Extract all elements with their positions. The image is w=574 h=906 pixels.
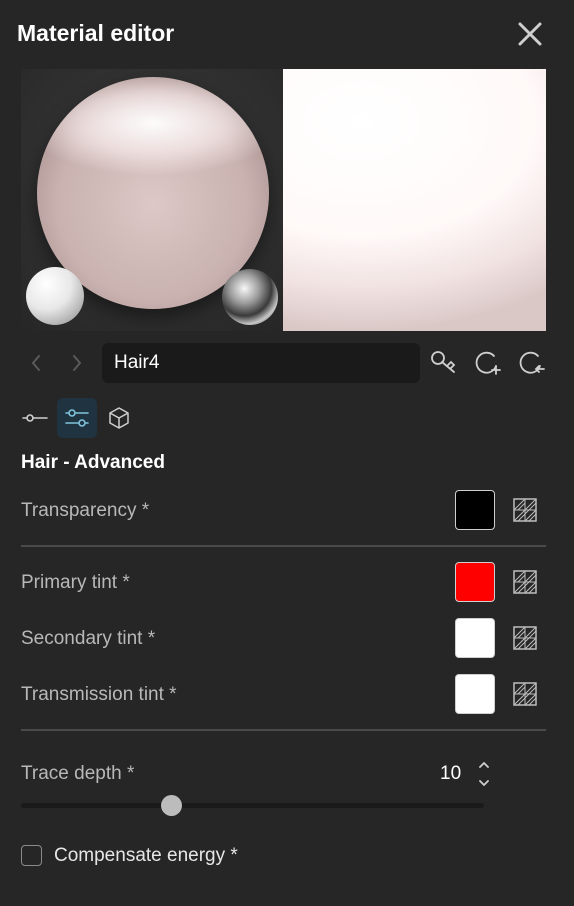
add-material-icon[interactable] [472,348,502,378]
chevron-left-icon[interactable] [25,350,47,376]
eyedropper-icon[interactable] [428,348,458,378]
texture-icon[interactable] [512,497,538,523]
tab-basic[interactable] [15,398,55,438]
cube-icon[interactable] [99,398,139,438]
panel-title: Material editor [17,20,175,46]
trace-depth-value[interactable]: 10 [440,763,461,785]
diffuse-reference-ball [26,267,84,325]
sphere-preview [21,69,283,331]
texture-icon[interactable] [512,625,538,651]
trace-depth-label: Trace depth * [21,763,135,784]
close-icon[interactable] [514,18,546,50]
divider [21,729,546,731]
compensate-energy-label: Compensate energy * [54,845,238,866]
texture-icon[interactable] [512,681,538,707]
material-name-input[interactable] [102,343,420,383]
primary-tint-color-swatch[interactable] [455,562,495,602]
secondary-tint-color-swatch[interactable] [455,618,495,658]
trace-depth-slider[interactable] [21,803,484,808]
chevron-right-icon[interactable] [66,350,88,376]
tab-advanced[interactable] [57,398,97,438]
spinner-icon[interactable] [476,758,492,790]
reset-material-icon[interactable] [516,348,546,378]
primary-tint-label: Primary tint * [21,572,130,593]
secondary-tint-label: Secondary tint * [21,628,156,649]
transparency-label: Transparency * [21,500,150,521]
divider [21,545,546,547]
trace-depth-slider-thumb[interactable] [160,795,182,816]
texture-icon[interactable] [512,569,538,595]
section-title: Hair - Advanced [21,452,165,473]
transmission-tint-label: Transmission tint * [21,684,177,705]
transparency-color-swatch[interactable] [455,490,495,530]
chrome-reference-ball [222,269,278,325]
closeup-preview [283,69,546,331]
compensate-energy-checkbox[interactable] [21,845,42,866]
transmission-tint-color-swatch[interactable] [455,674,495,714]
